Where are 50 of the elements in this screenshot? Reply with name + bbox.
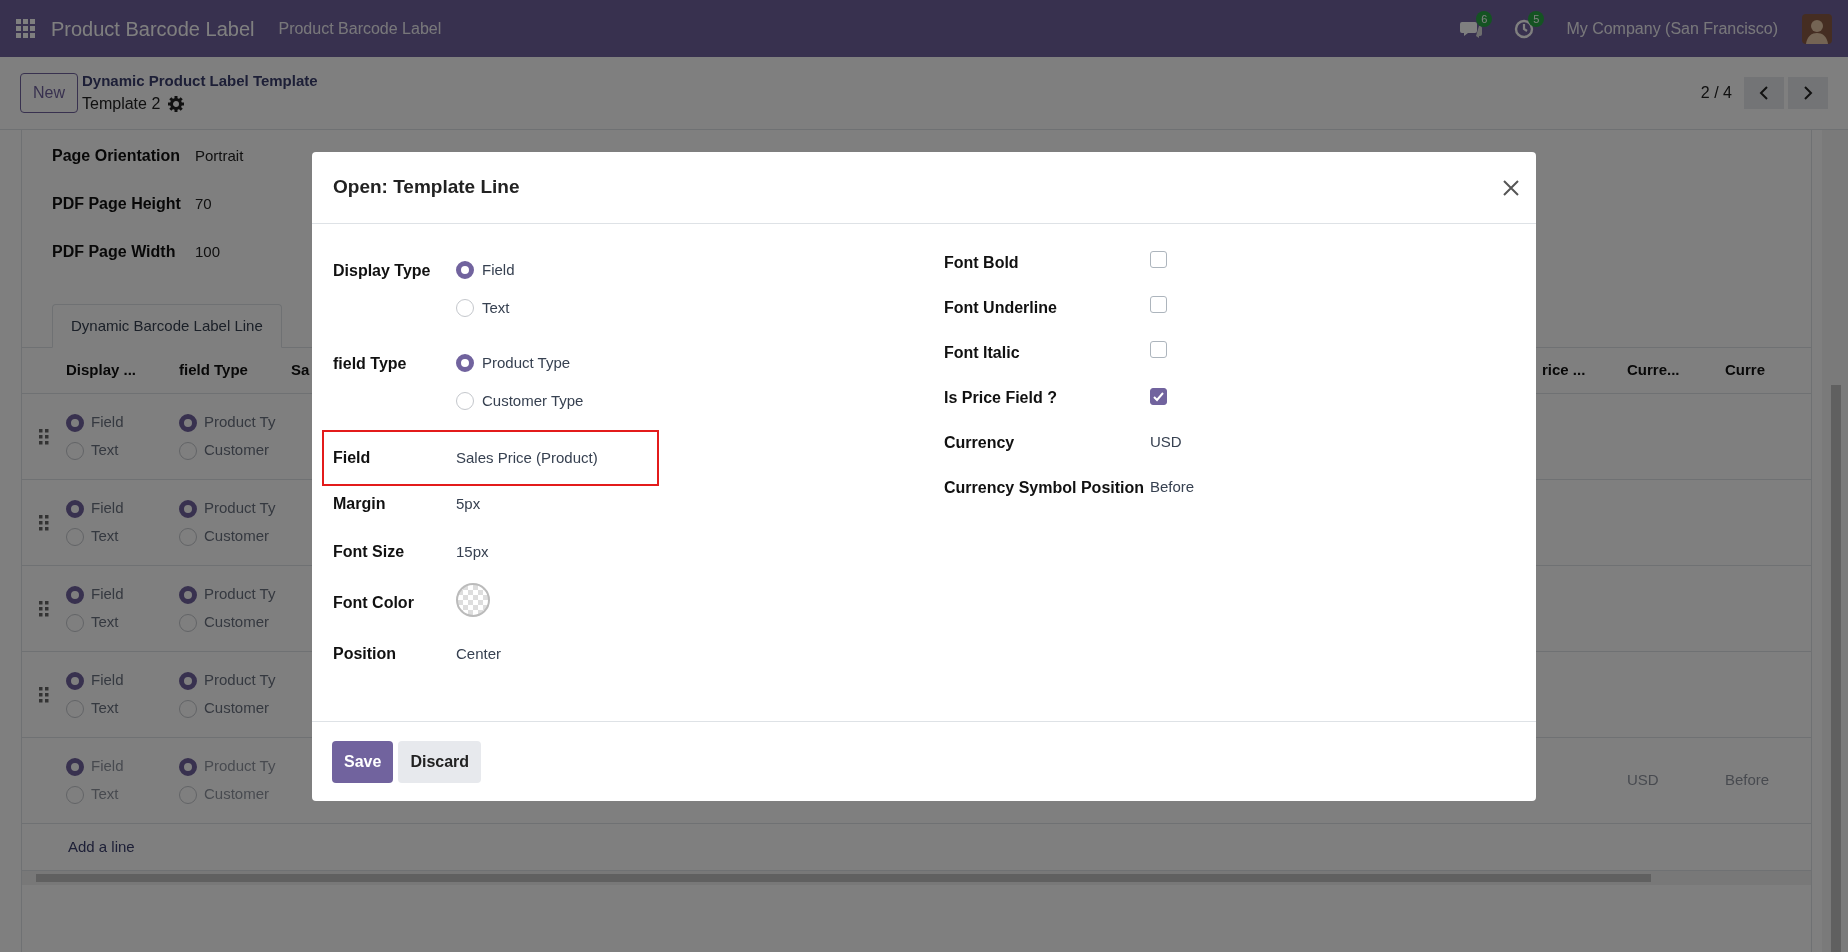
field-value: Portrait bbox=[195, 145, 244, 166]
radio-label: Field bbox=[91, 412, 124, 433]
field-value: 70 bbox=[195, 193, 212, 214]
radio-label: Product Ty bbox=[204, 498, 276, 519]
field-label: Is Price Field ? bbox=[944, 388, 1058, 408]
field-value: 100 bbox=[195, 241, 221, 262]
radio-label: Product Ty bbox=[204, 584, 276, 605]
radio-label: Field bbox=[91, 498, 124, 519]
radio-label: Text bbox=[91, 440, 119, 461]
radio-label: Customer bbox=[204, 526, 270, 547]
field-label: Position bbox=[333, 644, 398, 664]
radio-label: Customer bbox=[204, 612, 270, 633]
field-label: Currency bbox=[944, 433, 1016, 453]
message-count: 6 bbox=[1476, 10, 1493, 27]
field-value: Sales Price (Product) bbox=[456, 448, 598, 466]
radio-label: Text bbox=[91, 612, 119, 633]
radio-label: Product Ty bbox=[204, 670, 276, 691]
radio-label: Field bbox=[482, 259, 515, 280]
field-value: 5px bbox=[456, 494, 481, 512]
field-label: Font Underline bbox=[944, 298, 1058, 318]
radio-label: Customer Type bbox=[482, 390, 584, 411]
radio-label: Product Type bbox=[482, 352, 571, 373]
field-label: Font Bold bbox=[944, 253, 1020, 273]
radio-label: Customer bbox=[204, 440, 270, 461]
field-label: Currency Symbol Position bbox=[944, 478, 1146, 498]
field-value: 15px bbox=[456, 542, 489, 560]
field-value: Center bbox=[456, 644, 502, 662]
field-label: Font Color bbox=[333, 593, 415, 613]
field-value: USD bbox=[1150, 433, 1182, 450]
pager-value: 2 / 4 bbox=[1700, 83, 1732, 103]
radio-label: Product Ty bbox=[204, 412, 276, 433]
radio-label: Text bbox=[91, 526, 119, 547]
radio-label: Field bbox=[91, 670, 124, 691]
field-label: Field bbox=[333, 448, 372, 468]
radio-label: Text bbox=[482, 297, 510, 318]
field-label: Font Italic bbox=[944, 343, 1021, 363]
radio-label: Field bbox=[91, 584, 124, 605]
field-label: PDF Page Height bbox=[52, 194, 182, 214]
field-label: PDF Page Width bbox=[52, 242, 177, 262]
field-label: Font Size bbox=[333, 542, 406, 562]
dialog-title: Open: Template Line bbox=[333, 175, 520, 200]
radio-label: Text bbox=[91, 698, 119, 719]
field-label: field Type bbox=[333, 354, 408, 374]
radio-label: Customer bbox=[204, 698, 270, 719]
record-name: Template 2 bbox=[82, 94, 161, 115]
field-value: Before bbox=[1150, 478, 1195, 495]
field-label: Margin bbox=[333, 494, 387, 514]
field-label: Page Orientation bbox=[52, 146, 182, 166]
activity-count: 5 bbox=[1528, 10, 1545, 27]
field-label: Display Type bbox=[333, 261, 432, 281]
